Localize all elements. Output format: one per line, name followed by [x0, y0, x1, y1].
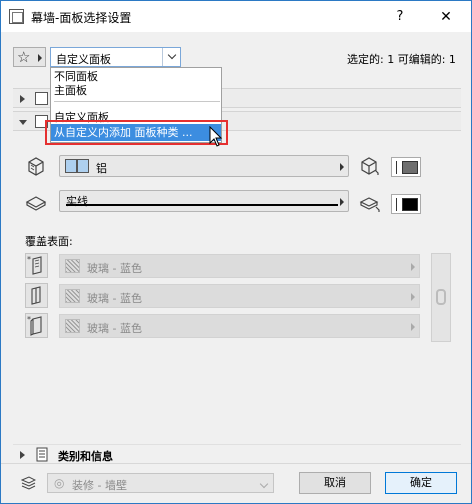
dropdown-separator: [54, 101, 220, 102]
dropdown-item-main[interactable]: 主面板: [54, 82, 87, 98]
material-label: 铝: [96, 162, 107, 175]
arrow-right-icon: [38, 54, 42, 62]
material-select[interactable]: 铝: [59, 155, 349, 177]
arrow-right-icon: [411, 263, 415, 271]
eye-icon: ◎: [54, 476, 65, 490]
layer-label: 装修 - 墙壁: [72, 479, 127, 492]
panel-header-label: 类别和信息: [58, 450, 113, 463]
surface-override-toggle[interactable]: [25, 283, 48, 308]
expand-arrow-icon: [20, 451, 25, 459]
surface-pattern-swatch: [65, 289, 80, 303]
cube-icon: [28, 157, 44, 176]
document-icon: [36, 447, 48, 462]
panel-back-icon: *: [27, 315, 42, 336]
close-button[interactable]: ✕: [431, 5, 461, 29]
surface-select-front[interactable]: 玻璃 - 蓝色: [59, 254, 420, 278]
pen-swatch: [402, 161, 418, 174]
ok-button[interactable]: 确定: [385, 472, 457, 494]
line-type-label: 实线: [66, 195, 88, 208]
line-type-select[interactable]: 实线: [59, 190, 349, 212]
layer-select[interactable]: ◎ 装修 - 墙壁: [47, 473, 274, 493]
title-bar: 幕墙-面板选择设置 ? ✕: [1, 1, 471, 32]
section-label-override-surfaces: 覆盖表面:: [25, 235, 73, 248]
svg-text:*: *: [27, 255, 31, 264]
arrow-right-icon: [411, 323, 415, 331]
chain-link-icon: [436, 289, 446, 305]
surface-label: 玻璃 - 蓝色: [87, 322, 142, 335]
surface-pattern-swatch: [65, 259, 80, 273]
collapse-arrow-icon: [19, 120, 27, 125]
cube-override-icon: [361, 157, 379, 175]
plane-override-icon: [359, 197, 380, 212]
chevron-down-icon: [167, 50, 176, 60]
footer-divider: [1, 463, 471, 464]
surface-override-toggle[interactable]: *: [25, 313, 48, 338]
chevron-down-icon: [259, 479, 269, 489]
material-swatch: [65, 159, 77, 173]
window-title: 幕墙-面板选择设置: [31, 11, 132, 25]
material-swatch: [77, 159, 89, 173]
mouse-cursor-icon: [209, 126, 223, 147]
line-sample: [66, 204, 338, 206]
surface-select-edge[interactable]: 玻璃 - 蓝色: [59, 284, 420, 308]
surface-label: 玻璃 - 蓝色: [87, 292, 142, 305]
panel-header-category[interactable]: 类别和信息: [13, 444, 461, 464]
favorites-button[interactable]: ☆: [13, 47, 46, 67]
panel-settings-icon: [35, 92, 48, 105]
arrow-right-icon: [340, 198, 344, 206]
pen-swatch: [402, 198, 418, 211]
panel-edge-icon: [31, 286, 41, 305]
preset-value: 自定义面板: [56, 53, 111, 66]
surface-select-back[interactable]: 玻璃 - 蓝色: [59, 314, 420, 338]
highlight-callout: [45, 120, 228, 145]
layers-icon: [21, 476, 36, 490]
link-surfaces-button[interactable]: [431, 253, 451, 342]
dropdown-button[interactable]: [162, 48, 180, 66]
arrow-right-icon: [411, 293, 415, 301]
arrow-right-icon: [340, 163, 344, 171]
preset-select[interactable]: 自定义面板: [50, 47, 181, 67]
surface-pattern-swatch: [65, 319, 80, 333]
expand-arrow-icon: [20, 95, 25, 103]
panel-front-icon: *: [27, 255, 42, 275]
dialog-window: 幕墙-面板选择设置 ? ✕ ☆ 自定义面板 选定的: 1 可编辑的: 1 不同面…: [0, 0, 472, 504]
svg-text:*: *: [27, 315, 31, 324]
pen-divider: [396, 161, 397, 174]
pen-color-button[interactable]: [391, 194, 421, 214]
app-icon: [9, 9, 24, 24]
surface-label: 玻璃 - 蓝色: [87, 262, 142, 275]
cancel-button[interactable]: 取消: [299, 472, 371, 494]
pen-color-button[interactable]: [391, 157, 421, 177]
star-icon: ☆: [17, 48, 31, 66]
help-button[interactable]: ?: [385, 5, 415, 29]
selection-count: 选定的: 1 可编辑的: 1: [347, 53, 456, 66]
surface-override-toggle[interactable]: *: [25, 253, 48, 278]
pen-divider: [396, 198, 397, 211]
plane-icon: [25, 196, 47, 211]
